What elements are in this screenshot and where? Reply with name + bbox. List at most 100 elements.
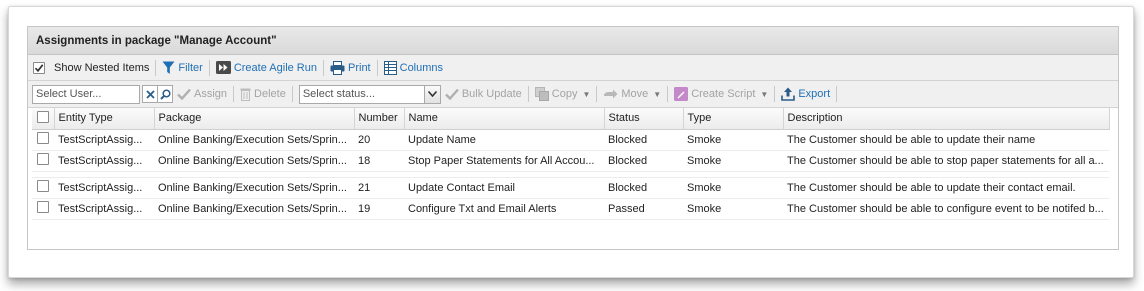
cell-number: 18: [354, 150, 404, 172]
separator: [836, 86, 838, 102]
print-button[interactable]: Print: [330, 60, 371, 75]
close-icon: [145, 89, 155, 99]
script-edit-icon: [674, 87, 689, 101]
cell-type: Smoke: [683, 150, 783, 172]
select-user-input[interactable]: Select User...: [32, 84, 140, 104]
separator: [155, 59, 157, 76]
delete-label: Delete: [254, 88, 286, 100]
status-placeholder: Select status...: [302, 88, 375, 100]
table-row[interactable]: TestScriptAssig... Online Banking/Execut…: [32, 177, 1109, 199]
move-button[interactable]: Move ▼: [603, 88, 661, 100]
separator: [376, 59, 378, 76]
fast-forward-icon: [215, 61, 231, 74]
select-all-checkbox[interactable]: [37, 110, 49, 123]
select-all-cell[interactable]: [32, 108, 55, 130]
assignments-panel: Assignments in package "Manage Account" …: [27, 26, 1119, 250]
cell-name: Stop Paper Statements for All Accou...: [404, 150, 604, 172]
toolbar-secondary: Select User... Assign Delete Select stat…: [28, 81, 1118, 108]
screenshot-frame: Assignments in package "Manage Account" …: [8, 6, 1134, 278]
cell-entity-type: TestScriptAssig...: [54, 150, 154, 172]
print-label: Print: [348, 61, 371, 74]
checkmark-icon: [444, 88, 459, 100]
table-row[interactable]: TestScriptAssig... Online Banking/Execut…: [32, 150, 1109, 172]
cell-status: Blocked: [604, 150, 683, 172]
separator: [667, 86, 669, 102]
arrow-right-icon: [604, 89, 618, 98]
export-icon: [781, 87, 796, 101]
caret-down-icon: ▼: [760, 89, 769, 99]
create-agile-run-label: Create Agile Run: [233, 61, 317, 74]
separator: [208, 59, 210, 76]
cell-number: 21: [354, 177, 404, 199]
cell-status: Passed: [604, 198, 683, 220]
cell-description: The Customer should be able to stop pape…: [783, 150, 1109, 172]
cell-type: Smoke: [683, 129, 783, 151]
row-select-cell[interactable]: [32, 150, 54, 172]
row-select-cell[interactable]: [32, 129, 54, 151]
create-script-button[interactable]: Create Script ▼: [674, 87, 768, 101]
table-row[interactable]: TestScriptAssig... Online Banking/Execut…: [32, 198, 1109, 220]
row-checkbox[interactable]: [37, 180, 49, 192]
cell-description: The Customer should be able to update th…: [783, 129, 1109, 151]
trash-icon: [240, 88, 251, 101]
assignments-table: Entity Type Package Number Name Status T…: [32, 108, 1110, 220]
columns-button[interactable]: Columns: [383, 60, 444, 75]
row-select-cell[interactable]: [32, 177, 54, 199]
filter-button[interactable]: Filter: [162, 61, 203, 75]
separator: [774, 86, 776, 102]
copy-button[interactable]: Copy ▼: [534, 87, 591, 101]
cell-entity-type: TestScriptAssig...: [54, 177, 154, 199]
filter-label: Filter: [178, 61, 203, 74]
copy-label: Copy: [551, 88, 578, 100]
export-label: Export: [798, 88, 831, 100]
show-nested-checkbox[interactable]: [33, 61, 45, 74]
columns-label: Columns: [399, 61, 444, 74]
cell-type: Smoke: [683, 198, 783, 220]
column-header-name[interactable]: Name: [404, 108, 605, 130]
show-nested-label: Show Nested Items: [54, 61, 150, 74]
cell-package: Online Banking/Execution Sets/Sprin...: [154, 177, 354, 199]
cell-status: Blocked: [604, 129, 683, 151]
create-agile-run-button[interactable]: Create Agile Run: [215, 61, 317, 74]
clear-user-button[interactable]: [142, 85, 158, 103]
column-header-description[interactable]: Description: [783, 108, 1110, 130]
column-header-number[interactable]: Number: [354, 108, 405, 130]
column-header-package[interactable]: Package: [154, 108, 355, 130]
assign-button[interactable]: Assign: [177, 88, 227, 100]
row-checkbox[interactable]: [37, 132, 49, 144]
table-row[interactable]: TestScriptAssig... Online Banking/Execut…: [32, 129, 1109, 151]
column-header-type[interactable]: Type: [683, 108, 784, 130]
cell-number: 19: [354, 198, 404, 220]
printer-icon: [330, 60, 345, 75]
search-user-button[interactable]: [157, 85, 173, 103]
chevron-down-icon[interactable]: [423, 85, 440, 103]
copy-icon: [534, 87, 549, 101]
checkmark-icon: [177, 88, 191, 100]
delete-button[interactable]: Delete: [240, 87, 286, 101]
row-select-cell[interactable]: [32, 198, 54, 220]
cell-name: Configure Txt and Email Alerts: [404, 198, 604, 220]
cell-package: Online Banking/Execution Sets/Sprin...: [154, 198, 354, 220]
separator: [527, 86, 529, 102]
column-header-entity-type[interactable]: Entity Type: [54, 108, 155, 130]
select-status-dropdown[interactable]: Select status...: [298, 84, 441, 104]
export-button[interactable]: Export: [781, 87, 830, 101]
cell-entity-type: TestScriptAssig...: [54, 129, 154, 151]
row-checkbox[interactable]: [37, 153, 49, 165]
bulk-update-button[interactable]: Bulk Update: [444, 88, 522, 100]
cell-name: Update Name: [404, 129, 604, 151]
cell-name: Update Contact Email: [404, 177, 604, 199]
show-nested-toggle[interactable]: Show Nested Items: [33, 61, 150, 74]
caret-down-icon: ▼: [582, 89, 591, 99]
cell-type: Smoke: [683, 177, 783, 199]
cell-entity-type: TestScriptAssig...: [54, 198, 154, 220]
move-label: Move: [621, 88, 649, 100]
cell-description: The Customer should be able to update th…: [783, 177, 1109, 199]
check-icon: [34, 63, 44, 72]
separator: [596, 86, 598, 102]
separator: [323, 59, 324, 76]
toolbar-primary: Show Nested Items Filter Create Agile Ru…: [28, 55, 1118, 81]
row-checkbox[interactable]: [37, 201, 49, 213]
column-header-status[interactable]: Status: [604, 108, 684, 130]
cell-status: Blocked: [604, 177, 683, 199]
